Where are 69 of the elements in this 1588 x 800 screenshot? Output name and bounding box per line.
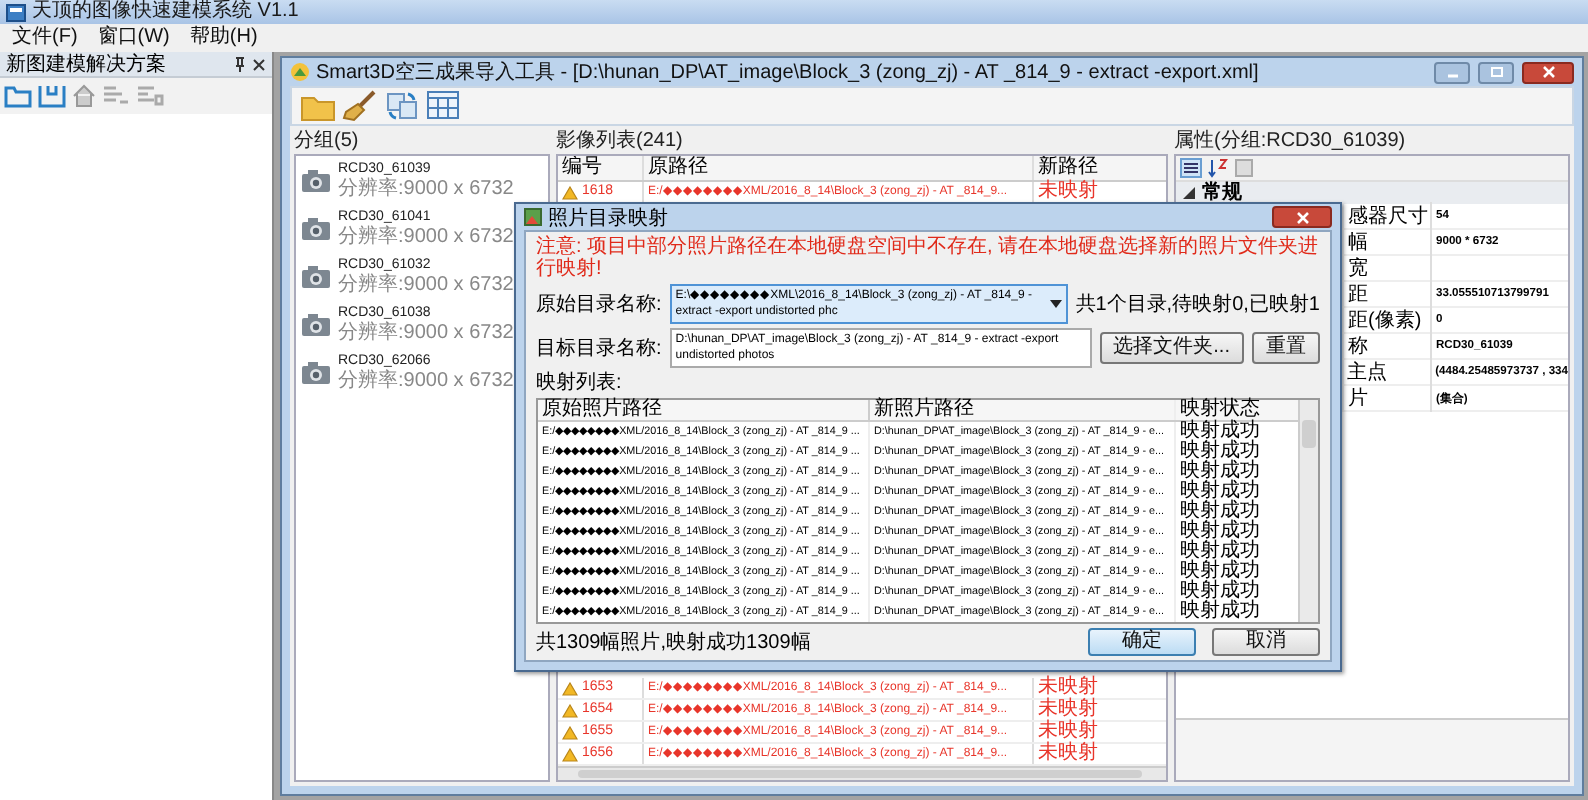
category-label: 常规 <box>1202 182 1242 204</box>
camera-icon <box>300 215 332 241</box>
table-cell: 未映射 <box>1032 700 1166 720</box>
window-title: Smart3D空三成果导入工具 - [D:\hunan_DP\AT_image\Block_3 (zong_zj) - AT _814_9 - extract -export.xml] <box>316 59 1259 86</box>
group-resolution: 分辨率:9000 x 6732 <box>338 178 514 200</box>
vertical-scrollbar[interactable] <box>1298 400 1318 622</box>
close-button[interactable] <box>1272 206 1332 228</box>
menu-item[interactable]: 文件(F) <box>6 24 84 52</box>
panel-title: 属性(分组:RCD30_61039) <box>1174 130 1408 154</box>
warning-message: 注意: 项目中部分照片路径在本地硬盘空间中不存在, 请在本地硬盘选择新的照片文件夹进行映射! <box>536 236 1320 280</box>
menu-item[interactable]: 窗口(W) <box>91 24 176 52</box>
list-icon[interactable] <box>136 84 164 108</box>
camera-icon <box>300 263 332 289</box>
pin-icon[interactable] <box>234 56 246 72</box>
browse-button[interactable]: 选择文件夹... <box>1099 332 1244 364</box>
horizontal-scrollbar[interactable] <box>558 766 1166 780</box>
group-resolution: 分辨率:9000 x 6732 <box>338 226 514 248</box>
cancel-button[interactable]: 取消 <box>1212 628 1320 656</box>
maximize-icon <box>1489 66 1503 78</box>
camera-icon <box>300 167 332 193</box>
ok-button[interactable]: 确定 <box>1088 628 1196 656</box>
property-name: 片 <box>1344 384 1432 412</box>
property-name: 幅 <box>1344 228 1432 256</box>
photo-icon <box>524 208 542 226</box>
list-label: 映射列表: <box>536 372 624 394</box>
list-icon[interactable] <box>102 84 130 108</box>
reset-button[interactable]: 重置 <box>1252 332 1320 364</box>
close-icon <box>1541 66 1555 78</box>
folder-icon[interactable] <box>300 91 336 121</box>
broom-icon[interactable] <box>342 90 378 122</box>
table-cell: 未映射 <box>1032 744 1166 764</box>
dialog-title: 照片目录映射 <box>548 205 668 231</box>
folder-icon[interactable] <box>4 84 32 108</box>
caret-icon <box>1049 300 1062 308</box>
close-button[interactable] <box>1522 61 1574 83</box>
sort-icon[interactable] <box>1208 158 1228 178</box>
column-header[interactable]: 原路径 <box>642 156 1032 180</box>
mapping-summary: 共1个目录,待映射0,已映射1 <box>1075 291 1320 318</box>
property-name: 距(像素) <box>1344 306 1432 334</box>
menu-item[interactable]: 帮助(H) <box>183 24 264 52</box>
minimize-button[interactable] <box>1434 61 1470 83</box>
panel-title: 影像列表(241) <box>556 130 685 154</box>
property-name: 宽 <box>1344 254 1432 282</box>
property-name: 称 <box>1344 332 1432 360</box>
camera-icon <box>300 311 332 337</box>
close-icon <box>1295 211 1309 223</box>
group-resolution: 分辨率:9000 x 6732 <box>338 322 514 344</box>
panel-title: 新图建模解决方案 <box>6 51 166 78</box>
result-summary: 共1309幅照片,映射成功1309幅 <box>536 631 811 653</box>
camera-icon <box>300 359 332 385</box>
table-cell: 未映射 <box>1032 678 1166 698</box>
table-cell: 未映射 <box>1032 722 1166 742</box>
field-label: 目标目录名称: <box>536 335 662 362</box>
sync-icon[interactable] <box>384 90 420 122</box>
house-icon[interactable] <box>72 84 96 108</box>
app-icon <box>6 3 26 21</box>
panel-title: 分组(5) <box>294 130 361 154</box>
categorized-icon[interactable] <box>1180 158 1202 178</box>
group-resolution: 分辨率:9000 x 6732 <box>338 274 514 296</box>
table-icon[interactable] <box>426 90 462 122</box>
app-icon <box>290 62 310 82</box>
field-label: 原始目录名称: <box>536 292 662 318</box>
tray-icon[interactable] <box>38 84 66 108</box>
column-header[interactable]: 编号 <box>558 156 642 180</box>
property-name: 感器尺寸 <box>1344 202 1432 230</box>
maximize-button[interactable] <box>1478 61 1514 83</box>
group-resolution: 分辨率:9000 x 6732 <box>338 370 514 392</box>
property-name: 距 <box>1344 280 1432 308</box>
close-icon[interactable] <box>252 57 266 71</box>
